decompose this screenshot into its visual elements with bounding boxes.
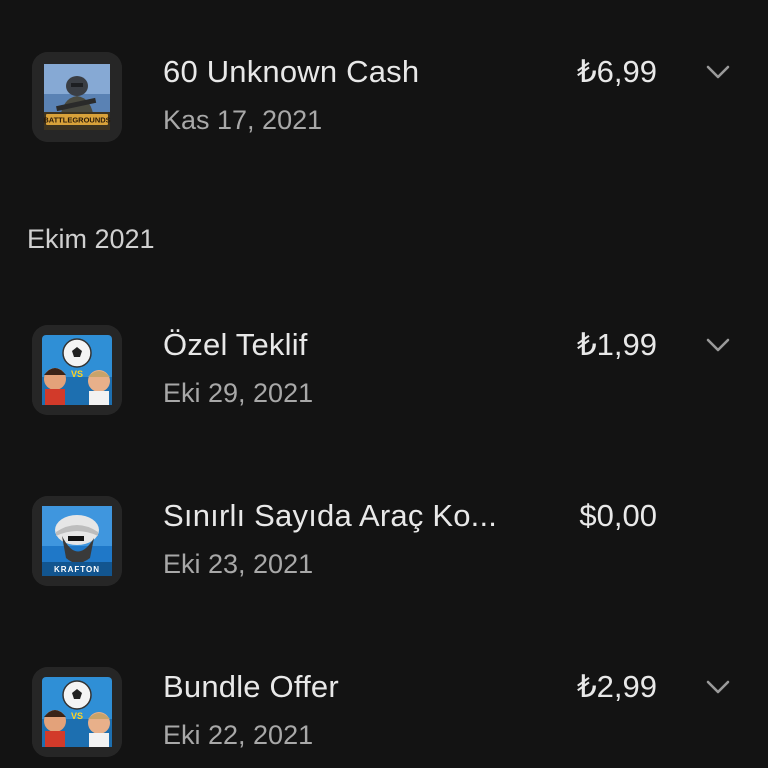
purchase-row[interactable]: VS Bundle Offer Eki 22, 2021 ₺2,99 [0, 657, 768, 768]
purchase-title: 60 Unknown Cash [163, 54, 420, 89]
chevron-down-icon[interactable] [702, 329, 734, 361]
purchase-date: Eki 23, 2021 [163, 549, 314, 579]
purchase-row[interactable]: BATTLEGROUNDS 60 Unknown Cash Kas 17, 20… [0, 42, 768, 162]
purchase-date: Eki 29, 2021 [163, 378, 314, 408]
purchase-date: Kas 17, 2021 [163, 105, 323, 135]
purchase-date: Eki 22, 2021 [163, 720, 314, 750]
pubg-battlegrounds-icon: BATTLEGROUNDS [32, 52, 122, 142]
svg-text:BATTLEGROUNDS: BATTLEGROUNDS [43, 116, 110, 125]
purchase-title: Bundle Offer [163, 669, 339, 704]
purchase-price: ₺2,99 [576, 669, 657, 704]
purchase-row[interactable]: KRAFTON Sınırlı Sayıda Araç Ko... Eki 23… [0, 486, 768, 606]
purchase-title: Sınırlı Sayıda Araç Ko... [163, 498, 498, 533]
purchase-price: ₺1,99 [576, 327, 657, 362]
section-header-month: Ekim 2021 [27, 224, 155, 254]
purchase-row[interactable]: VS Özel Teklif Eki 29, 2021 ₺1,99 [0, 315, 768, 435]
purchase-title: Özel Teklif [163, 327, 308, 362]
krafton-icon: KRAFTON [32, 496, 122, 586]
head-ball-icon: VS [32, 325, 122, 415]
head-ball-icon: VS [32, 667, 122, 757]
svg-text:KRAFTON: KRAFTON [54, 565, 100, 574]
chevron-down-icon[interactable] [702, 56, 734, 88]
purchase-price: ₺6,99 [576, 54, 657, 89]
chevron-down-icon[interactable] [702, 671, 734, 703]
svg-text:VS: VS [71, 711, 83, 721]
svg-text:VS: VS [71, 369, 83, 379]
purchase-price: $0,00 [579, 498, 657, 533]
